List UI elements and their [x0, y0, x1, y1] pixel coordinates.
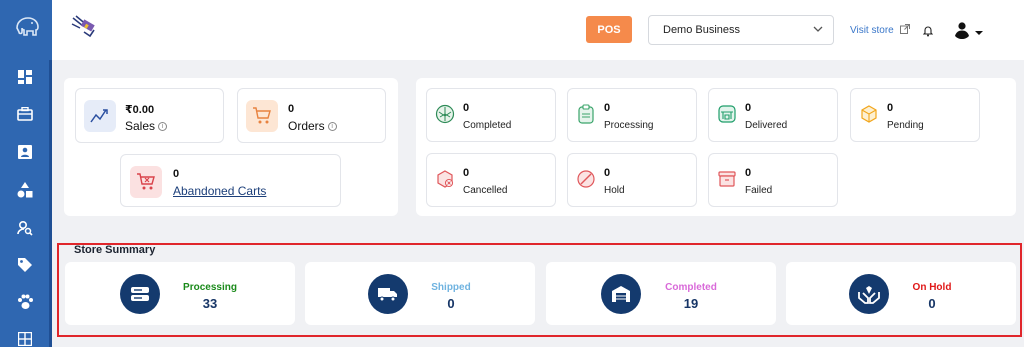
- summary-card-processing[interactable]: Processing 33: [65, 262, 295, 325]
- info-icon[interactable]: i: [327, 121, 337, 131]
- summary-value: 0: [928, 296, 936, 311]
- pos-button[interactable]: POS: [586, 16, 632, 43]
- abandoned-value: 0: [173, 168, 180, 180]
- info-icon[interactable]: i: [158, 121, 168, 131]
- summary-label: Completed: [665, 282, 717, 293]
- business-select-value: Demo Business: [663, 24, 741, 36]
- chevron-down-icon: [813, 24, 823, 37]
- server-icon: [120, 274, 160, 314]
- contact-card-icon[interactable]: [16, 143, 34, 161]
- brand-logo-icon[interactable]: [70, 14, 100, 40]
- caret-down-icon: [975, 23, 983, 41]
- status-value: 0: [463, 102, 470, 114]
- status-value: 0: [604, 167, 611, 179]
- sales-label-row: Sales i: [125, 119, 168, 133]
- status-label: Hold: [604, 185, 625, 196]
- orders-label-row: Orders i: [288, 119, 337, 133]
- abandoned-carts-card[interactable]: 0 Abandoned Carts: [120, 154, 341, 207]
- completed-status-icon: [435, 104, 455, 124]
- status-card-pending[interactable]: 0 Pending: [850, 88, 980, 142]
- summary-card-completed[interactable]: Completed 19: [546, 262, 776, 325]
- orders-card[interactable]: 0 Orders i: [237, 88, 386, 143]
- warehouse-icon: [601, 274, 641, 314]
- business-select[interactable]: Demo Business: [648, 15, 834, 45]
- status-card-completed[interactable]: 0 Completed: [426, 88, 556, 142]
- shapes-icon[interactable]: [16, 181, 34, 199]
- status-label: Cancelled: [463, 185, 508, 196]
- store-summary-title: Store Summary: [74, 244, 156, 256]
- top-header: POS Demo Business Visit store: [52, 0, 1024, 60]
- summary-label: On Hold: [912, 282, 952, 293]
- tag-icon[interactable]: [16, 256, 34, 274]
- status-label: Processing: [604, 120, 654, 131]
- cart-icon: [246, 100, 278, 132]
- status-card-hold[interactable]: 0 Hold: [567, 153, 697, 207]
- external-link-icon: [899, 24, 910, 37]
- summary-value: 0: [447, 296, 455, 311]
- summary-label: Processing: [183, 282, 237, 293]
- package-icon: [859, 104, 879, 124]
- overview-panel: ₹0.00 Sales i 0 Orders i 0 Abandoned Car…: [64, 78, 398, 216]
- order-status-panel: 0 Completed 0 Processing 0 Delivered 0 P…: [416, 78, 1016, 216]
- cancelled-box-icon: [435, 169, 455, 189]
- orders-label: Orders: [288, 119, 325, 133]
- sidebar: [0, 0, 52, 347]
- status-value: 0: [463, 167, 470, 179]
- status-value: 0: [745, 102, 752, 114]
- block-icon: [576, 169, 596, 189]
- visit-store-label: Visit store: [850, 25, 894, 36]
- dashboard-icon[interactable]: [16, 68, 34, 86]
- elephant-logo-icon[interactable]: [13, 14, 41, 38]
- sales-value: ₹0.00: [125, 104, 155, 116]
- clipboard-icon: [576, 104, 596, 124]
- summary-value: 19: [683, 296, 699, 311]
- status-value: 0: [745, 167, 752, 179]
- sales-card[interactable]: ₹0.00 Sales i: [75, 88, 224, 143]
- summary-label: Shipped: [431, 282, 471, 293]
- user-menu[interactable]: [952, 19, 983, 44]
- avatar-icon: [952, 19, 972, 44]
- hands-holding-icon: [849, 274, 889, 314]
- summary-card-on-hold[interactable]: On Hold 0: [786, 262, 1016, 325]
- truck-icon: [368, 274, 408, 314]
- status-card-cancelled[interactable]: 0 Cancelled: [426, 153, 556, 207]
- grid-icon[interactable]: [16, 330, 34, 347]
- archive-icon: [717, 169, 737, 189]
- bell-icon[interactable]: [922, 24, 934, 42]
- briefcase-icon[interactable]: [16, 105, 34, 123]
- status-value: 0: [887, 102, 894, 114]
- status-value: 0: [604, 102, 611, 114]
- status-card-processing[interactable]: 0 Processing: [567, 88, 697, 142]
- sales-trend-icon: [84, 100, 116, 132]
- visit-store-link[interactable]: Visit store: [850, 24, 910, 37]
- sales-label: Sales: [125, 119, 156, 133]
- storefront-icon: [717, 104, 737, 124]
- sidebar-scrollbar[interactable]: [49, 60, 52, 347]
- summary-value: 33: [202, 296, 218, 311]
- orders-value: 0: [288, 103, 295, 115]
- abandoned-cart-icon: [130, 166, 162, 198]
- paw-icon[interactable]: [16, 293, 34, 311]
- status-card-delivered[interactable]: 0 Delivered: [708, 88, 838, 142]
- status-label: Pending: [887, 120, 924, 131]
- status-card-failed[interactable]: 0 Failed: [708, 153, 838, 207]
- abandoned-carts-link[interactable]: Abandoned Carts: [173, 184, 266, 198]
- status-label: Delivered: [745, 120, 788, 131]
- status-label: Failed: [745, 185, 773, 196]
- search-user-icon[interactable]: [16, 219, 34, 237]
- summary-card-shipped[interactable]: Shipped 0: [305, 262, 535, 325]
- status-label: Completed: [463, 120, 512, 131]
